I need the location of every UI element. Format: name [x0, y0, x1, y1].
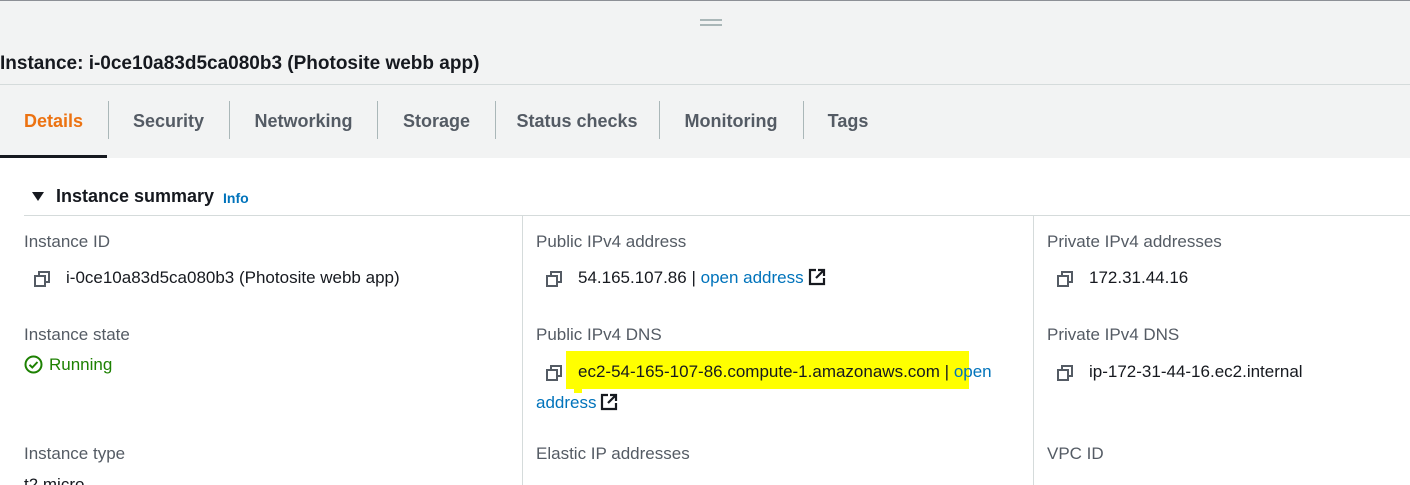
- open-address-link[interactable]: open address: [701, 268, 804, 287]
- public-dns-value: ec2-54-165-107-86.compute-1.amazonaws.co…: [578, 362, 940, 381]
- status-badge: Running: [24, 355, 112, 375]
- copy-icon[interactable]: [546, 365, 562, 381]
- caret-down-icon[interactable]: [32, 192, 44, 201]
- vpc-id-label: VPC ID: [1047, 444, 1104, 463]
- copy-icon[interactable]: [1057, 271, 1073, 287]
- public-ipv4-value: 54.165.107.86: [578, 268, 687, 287]
- tab-details[interactable]: Details: [0, 86, 107, 158]
- public-dns-label: Public IPv4 DNS: [536, 325, 662, 344]
- tab-separator: [659, 101, 660, 139]
- tab-separator: [803, 101, 804, 139]
- tab-monitoring[interactable]: Monitoring: [660, 86, 802, 158]
- copy-icon[interactable]: [546, 271, 562, 287]
- open-address-link-line1[interactable]: open: [954, 362, 992, 381]
- tab-separator: [229, 101, 230, 139]
- instance-type-value: t2.micro: [24, 475, 85, 485]
- column-divider: [1033, 216, 1034, 485]
- check-circle-icon: [24, 355, 43, 374]
- tab-separator: [377, 101, 378, 139]
- instance-id-label: Instance ID: [24, 232, 110, 251]
- column-divider: [522, 216, 523, 485]
- tab-separator: [495, 101, 496, 139]
- public-ipv4-row: 54.165.107.86 | open address: [578, 268, 826, 288]
- open-address-link-line2[interactable]: address: [536, 393, 596, 412]
- elastic-ip-label: Elastic IP addresses: [536, 444, 690, 463]
- instance-state-value: Running: [49, 355, 113, 374]
- external-link-icon[interactable]: [808, 268, 826, 286]
- section-title[interactable]: Instance summary: [56, 186, 214, 207]
- private-dns-value: ip-172-31-44-16.ec2.internal: [1089, 362, 1303, 381]
- copy-icon[interactable]: [1057, 365, 1073, 381]
- instance-type-label: Instance type: [24, 444, 126, 463]
- tab-separator: [108, 101, 109, 139]
- tab-security[interactable]: Security: [109, 86, 228, 158]
- public-dns-link-row: address: [536, 393, 618, 413]
- separator: |: [691, 268, 696, 287]
- tab-bar: Details Security Networking Storage Stat…: [0, 86, 1410, 158]
- page-title: Instance: i-0ce10a83d5ca080b3 (Photosite…: [0, 53, 480, 74]
- drag-handle-icon[interactable]: [700, 18, 722, 28]
- highlight-marker-tail: [574, 385, 582, 393]
- tab-status-checks[interactable]: Status checks: [496, 86, 658, 158]
- tab-networking[interactable]: Networking: [230, 86, 377, 158]
- info-link[interactable]: Info: [223, 190, 249, 206]
- private-dns-label: Private IPv4 DNS: [1047, 325, 1180, 344]
- private-ipv4-label: Private IPv4 addresses: [1047, 232, 1222, 251]
- copy-icon[interactable]: [34, 271, 50, 287]
- details-content: [0, 158, 1410, 485]
- instance-details-panel: Instance: i-0ce10a83d5ca080b3 (Photosite…: [0, 0, 1410, 485]
- section-divider: [24, 215, 1410, 216]
- header-divider: [0, 84, 1410, 85]
- tab-storage[interactable]: Storage: [379, 86, 494, 158]
- instance-id-value: i-0ce10a83d5ca080b3 (Photosite webb app): [66, 268, 400, 287]
- instance-state-label: Instance state: [24, 325, 130, 344]
- public-ipv4-label: Public IPv4 address: [536, 232, 687, 251]
- external-link-icon[interactable]: [600, 393, 618, 411]
- tab-tags[interactable]: Tags: [804, 86, 892, 158]
- public-dns-row: ec2-54-165-107-86.compute-1.amazonaws.co…: [578, 362, 992, 382]
- private-ipv4-value: 172.31.44.16: [1089, 268, 1189, 287]
- separator: |: [944, 362, 950, 381]
